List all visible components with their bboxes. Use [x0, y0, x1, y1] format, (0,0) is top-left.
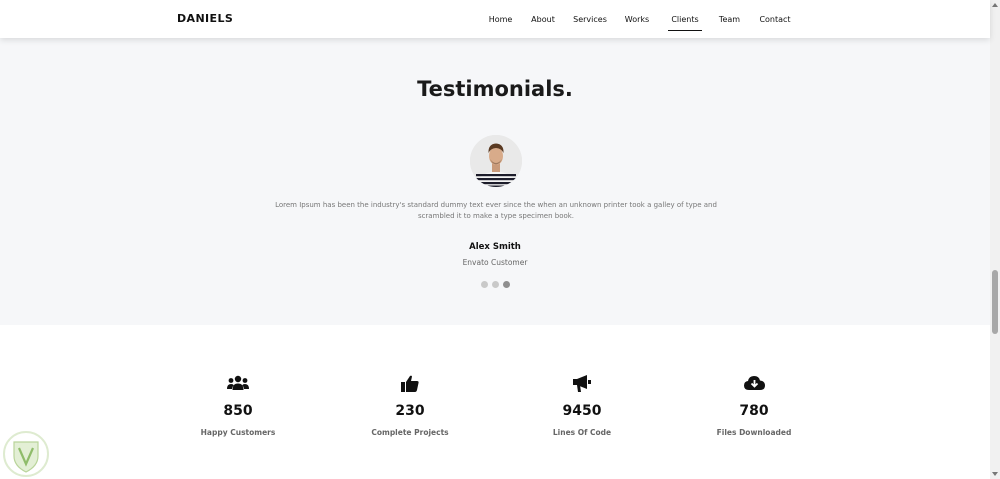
cloud-download-icon [684, 373, 824, 393]
stat-label: Happy Customers [200, 428, 276, 437]
scroll-up-icon[interactable] [990, 0, 1000, 10]
customer-avatar [470, 135, 522, 187]
stat-happy-customers: 850 Happy Customers [168, 373, 308, 437]
testimonials-section: Testimonials. Lorem Ipsum has been the i… [0, 38, 990, 325]
testimonial-quote: Lorem Ipsum has been the industry's stan… [275, 201, 717, 220]
stat-label: Files Downloaded [716, 428, 792, 437]
carousel-pagination [481, 281, 510, 288]
watermark-logo [2, 430, 50, 478]
customer-name: Alex Smith [469, 242, 521, 252]
carousel-dot-1[interactable] [481, 281, 488, 288]
stat-value: 230 [395, 403, 425, 419]
carousel-dot-3[interactable] [503, 281, 510, 288]
nav-team[interactable]: Team [709, 0, 750, 38]
nav-services[interactable]: Services [567, 0, 613, 38]
nav-works[interactable]: Works [613, 0, 661, 38]
main-nav: Home About Services Works Clients Team C… [482, 0, 800, 38]
carousel-dot-2[interactable] [492, 281, 499, 288]
thumbs-up-icon [340, 373, 480, 393]
scroll-down-icon[interactable] [990, 469, 1000, 479]
nav-home[interactable]: Home [482, 0, 519, 38]
nav-contact[interactable]: Contact [750, 0, 800, 38]
stat-lines-of-code: 9450 Lines Of Code [512, 373, 652, 437]
scroll-thumb[interactable] [992, 270, 998, 334]
stats-section: 850 Happy Customers 230 Complete Project… [0, 325, 990, 479]
brand-logo[interactable]: DANIELS [177, 12, 233, 25]
page-scrollbar[interactable] [990, 0, 1000, 479]
stat-label: Lines Of Code [552, 428, 612, 437]
stat-value: 9450 [562, 403, 602, 419]
stat-value: 850 [223, 403, 253, 419]
section-title: Testimonials. [417, 77, 573, 101]
nav-clients[interactable]: Clients [668, 0, 702, 38]
customer-role: Envato Customer [462, 258, 528, 267]
users-icon [168, 373, 308, 393]
top-navbar: DANIELS Home About Services Works Client… [0, 0, 990, 38]
stat-value: 780 [739, 403, 769, 419]
stat-files-downloaded: 780 Files Downloaded [684, 373, 824, 437]
stat-label: Complete Projects [371, 428, 449, 437]
stat-complete-projects: 230 Complete Projects [340, 373, 480, 437]
nav-about[interactable]: About [519, 0, 567, 38]
megaphone-icon [512, 373, 652, 393]
